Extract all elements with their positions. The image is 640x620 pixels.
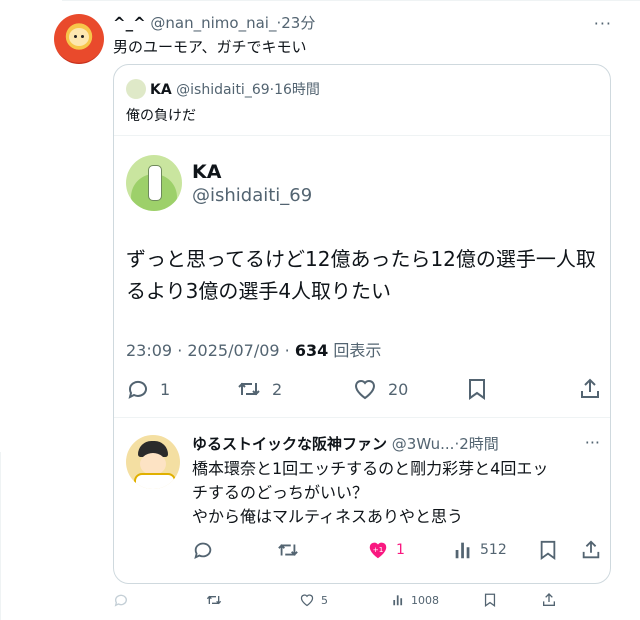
share-button[interactable] xyxy=(541,592,557,608)
views-icon xyxy=(393,595,403,606)
share-icon xyxy=(581,378,599,398)
more-icon[interactable]: ··· xyxy=(594,14,612,33)
avatar-shirt xyxy=(134,473,176,489)
reply-button[interactable]: 1 xyxy=(126,377,170,401)
like-button[interactable]: 5 xyxy=(299,592,328,608)
post-actions: 5 1008 xyxy=(113,592,613,614)
reply-time[interactable]: 2時間 xyxy=(459,435,499,453)
share-button[interactable] xyxy=(580,539,602,561)
quoted-text: ずっと思ってるけど12億あったら12億の選手一人取るより3億の選手4人取りたい xyxy=(126,247,596,303)
more-icon[interactable]: ··· xyxy=(585,433,600,452)
share-icon xyxy=(543,593,555,606)
like-count: 1 xyxy=(396,542,405,558)
post-text: 男のユーモア、ガチでキモい xyxy=(113,38,307,56)
heart-filled-icon: +1 xyxy=(369,542,387,559)
views-count: 1008 xyxy=(411,593,439,607)
quote-display-name: KA xyxy=(150,82,172,98)
views-icon xyxy=(455,542,470,559)
reply-text: 橋本環奈と1回エッチするのと剛力彩芽と4回エッ チするのどっちがいい？ やから俺… xyxy=(192,457,602,529)
reply-icon xyxy=(128,380,147,399)
avatar-face xyxy=(140,453,166,475)
reply-icon xyxy=(114,594,127,607)
display-name[interactable]: ^_^ xyxy=(113,14,146,32)
retweet-button[interactable]: 2 xyxy=(236,377,282,401)
share-icon xyxy=(582,540,600,559)
handle[interactable]: @nan_nimo_nai_ xyxy=(150,14,276,32)
quote-handle: @ishidaiti_69 xyxy=(176,82,270,98)
heart-icon xyxy=(300,594,314,607)
avatar-face xyxy=(69,28,89,46)
share-button[interactable] xyxy=(578,377,602,401)
views-button[interactable]: 1008 xyxy=(391,592,439,608)
retweet-icon xyxy=(278,544,298,556)
views-count: 634 xyxy=(294,341,329,360)
avatar-eye xyxy=(81,35,84,38)
reply-text-line: チするのどっちがいい？ xyxy=(192,483,369,502)
quoted-actions: 1 2 20 xyxy=(114,377,610,407)
quote-divider xyxy=(114,135,610,136)
retweet-button[interactable] xyxy=(276,539,300,561)
reply-avatar[interactable] xyxy=(126,435,180,489)
reply-header: ゆるストイックな阪神ファン @3Wu...·2時間 xyxy=(192,433,499,454)
avatar[interactable] xyxy=(54,14,104,64)
views-label: 回表示 xyxy=(333,341,382,360)
quote-avatar xyxy=(126,79,146,99)
top-divider xyxy=(62,0,640,1)
bookmark-icon xyxy=(484,593,496,607)
quoted-handle[interactable]: @ishidaiti_69 xyxy=(192,185,312,206)
quoted-timestamp[interactable]: 23:09 · 2025/07/09 · xyxy=(126,341,295,360)
bookmark-icon xyxy=(469,379,485,400)
views-count: 512 xyxy=(480,542,507,558)
reply-icon xyxy=(194,542,212,560)
avatar-figure xyxy=(148,165,162,201)
like-count: 20 xyxy=(388,379,409,399)
reply-text-line: やから俺はマルティネスありやと思う xyxy=(192,507,464,526)
reply-text-line: 橋本環奈と1回エッチするのと剛力彩芽と4回エッ xyxy=(192,459,549,478)
reply-display-name[interactable]: ゆるストイックな阪神ファン xyxy=(192,435,387,453)
reply-divider xyxy=(114,417,610,418)
reply-actions: +1 1 512 xyxy=(114,539,610,563)
views-button[interactable]: 512 xyxy=(452,539,507,561)
retweet-button[interactable] xyxy=(205,592,223,608)
retweet-icon xyxy=(206,595,222,605)
bookmark-icon xyxy=(540,540,556,560)
heart-icon xyxy=(354,380,376,400)
reply-button[interactable] xyxy=(192,539,214,561)
reply-handle[interactable]: @3Wu... xyxy=(392,435,455,453)
reply-count: 1 xyxy=(160,379,171,399)
quote-text: 俺の負けだ xyxy=(126,108,196,124)
quoted-avatar[interactable] xyxy=(126,155,182,211)
like-badge: +1 xyxy=(373,545,384,554)
quote-time: 16時間 xyxy=(274,82,320,98)
like-button[interactable]: 20 xyxy=(352,377,408,401)
retweet-count: 2 xyxy=(272,379,283,399)
bookmark-button[interactable] xyxy=(538,539,558,561)
retweet-icon xyxy=(238,382,260,396)
quoted-display-name[interactable]: KA xyxy=(192,161,221,183)
timestamp[interactable]: 23分 xyxy=(281,14,315,32)
avatar-eye xyxy=(74,35,77,38)
reply-button[interactable] xyxy=(113,592,129,608)
like-count: 5 xyxy=(321,593,328,607)
bookmark-button[interactable] xyxy=(483,592,497,608)
quote-card[interactable]: KA @ishidaiti_69·16時間 俺の負けだ KA @ishidait… xyxy=(113,64,611,584)
quoted-meta: 23:09 · 2025/07/09 · 634 回表示 xyxy=(126,337,381,361)
bookmark-button[interactable] xyxy=(466,377,488,401)
quote-header: KA @ishidaiti_69·16時間 xyxy=(150,79,320,99)
post-header: ^_^ @nan_nimo_nai_·23分 xyxy=(113,12,315,33)
timeline-edge xyxy=(0,452,1,620)
like-button[interactable]: +1 1 xyxy=(366,539,405,561)
